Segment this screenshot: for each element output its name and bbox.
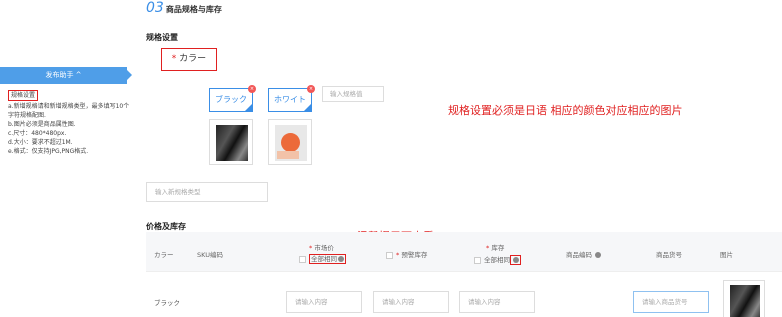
- spec-value-label: ホワイト: [274, 95, 306, 104]
- header-warning-stock[interactable]: * 预警库存: [386, 249, 427, 259]
- help-item: c.尺寸：480*480px.: [8, 130, 67, 137]
- help-item-spec-settings[interactable]: 规格设置: [8, 90, 39, 101]
- header-market-price-label: 市场价: [314, 244, 334, 252]
- spec-value-input[interactable]: 输入规格值: [322, 86, 384, 102]
- stock-input[interactable]: 请输入内容: [459, 291, 535, 313]
- required-mark: *: [171, 54, 177, 64]
- help-sidebar: 发布助手 ^ 规格设置 a.新增规格请和新增规格类型，最多填写10个字符规格配图…: [0, 0, 135, 317]
- header-sku: SKU编码: [197, 251, 223, 259]
- help-item: e.格式：仅支持JPG,PNG格式.: [8, 148, 89, 155]
- price-stock-title: 价格及库存: [146, 222, 186, 231]
- market-price-same-all[interactable]: 全部相同: [299, 254, 346, 264]
- spec-image-black[interactable]: [209, 119, 253, 165]
- warning-stock-label: 预警库存: [401, 251, 428, 259]
- header-product-code: 商品编码: [566, 249, 601, 259]
- product-no-input[interactable]: 请输入商品货号: [633, 291, 709, 313]
- product-code-label: 商品编码: [566, 251, 592, 259]
- selected-corner-icon: [245, 104, 252, 111]
- remove-icon[interactable]: ×: [307, 85, 315, 93]
- market-price-input[interactable]: 请输入内容: [286, 291, 362, 313]
- product-image-black: [730, 285, 760, 317]
- section-number: 03: [146, 0, 164, 16]
- main-content: 03 商品规格与库存 规格设置 * カラー ブラック × ホワイト × 输入规格值…: [146, 0, 782, 317]
- checkbox[interactable]: [386, 251, 393, 259]
- header-color: カラー: [154, 251, 174, 259]
- spec-value-label: ブラック: [215, 95, 247, 104]
- spec-type-color[interactable]: * カラー: [161, 48, 217, 71]
- same-all-label: 全部相同: [484, 256, 510, 264]
- spec-value-chip-black[interactable]: ブラック ×: [209, 85, 256, 112]
- section-title: 03 商品规格与库存: [146, 0, 222, 16]
- help-panel-toggle[interactable]: 发布助手 ^: [0, 67, 132, 84]
- annotation-spec-note: 规格设置必须是日语 相应的颜色对应相应的图片: [448, 104, 683, 117]
- header-market-price: * 市场价: [309, 242, 334, 252]
- header-stock: * 库存: [486, 242, 504, 252]
- section-title-text: 商品规格与库存: [165, 5, 222, 14]
- help-icon[interactable]: [513, 257, 519, 263]
- spec-value-chip-white[interactable]: ホワイト ×: [268, 85, 315, 112]
- header-image: 图片: [720, 251, 733, 259]
- header-product-no: 商品货号: [656, 251, 682, 259]
- required-mark: *: [309, 244, 313, 252]
- product-image-black: [216, 125, 248, 161]
- spec-image-white[interactable]: [268, 119, 312, 165]
- table-row: ブラック 请输入内容 请输入内容 请输入内容 请输入商品货号: [146, 274, 782, 317]
- help-icon[interactable]: [338, 256, 344, 262]
- help-item: b.图片必须是商品属性图.: [8, 121, 76, 128]
- same-all-label: 全部相同: [311, 255, 337, 263]
- spec-settings-title: 规格设置: [146, 33, 178, 42]
- checkbox[interactable]: [474, 256, 481, 264]
- help-item: a.新增规格请和新增规格类型，最多填写10个字符规格配图.: [8, 103, 130, 119]
- header-stock-label: 库存: [491, 244, 505, 252]
- help-icon[interactable]: [595, 252, 601, 258]
- remove-icon[interactable]: ×: [248, 85, 256, 93]
- checkbox[interactable]: [299, 255, 306, 263]
- required-mark: *: [486, 244, 490, 252]
- warning-stock-input[interactable]: 请输入内容: [373, 291, 449, 313]
- row-image[interactable]: [723, 280, 765, 317]
- stock-same-all[interactable]: 全部相同: [474, 254, 521, 265]
- selected-corner-icon: [304, 104, 311, 111]
- table-header: カラー SKU编码 * 市场价 全部相同 * 预警库存 * 库存 全部相同 商品…: [146, 232, 782, 272]
- new-spec-type-input[interactable]: 输入新规格类型: [146, 182, 268, 202]
- row-color-value: ブラック: [154, 299, 180, 307]
- spec-type-label: カラー: [179, 54, 207, 64]
- product-image-white: [275, 125, 307, 161]
- required-mark: *: [396, 251, 400, 259]
- help-list: 规格设置 a.新增规格请和新增规格类型，最多填写10个字符规格配图. b.图片必…: [8, 90, 133, 156]
- help-item: d.大小：要求不超过1M.: [8, 139, 73, 146]
